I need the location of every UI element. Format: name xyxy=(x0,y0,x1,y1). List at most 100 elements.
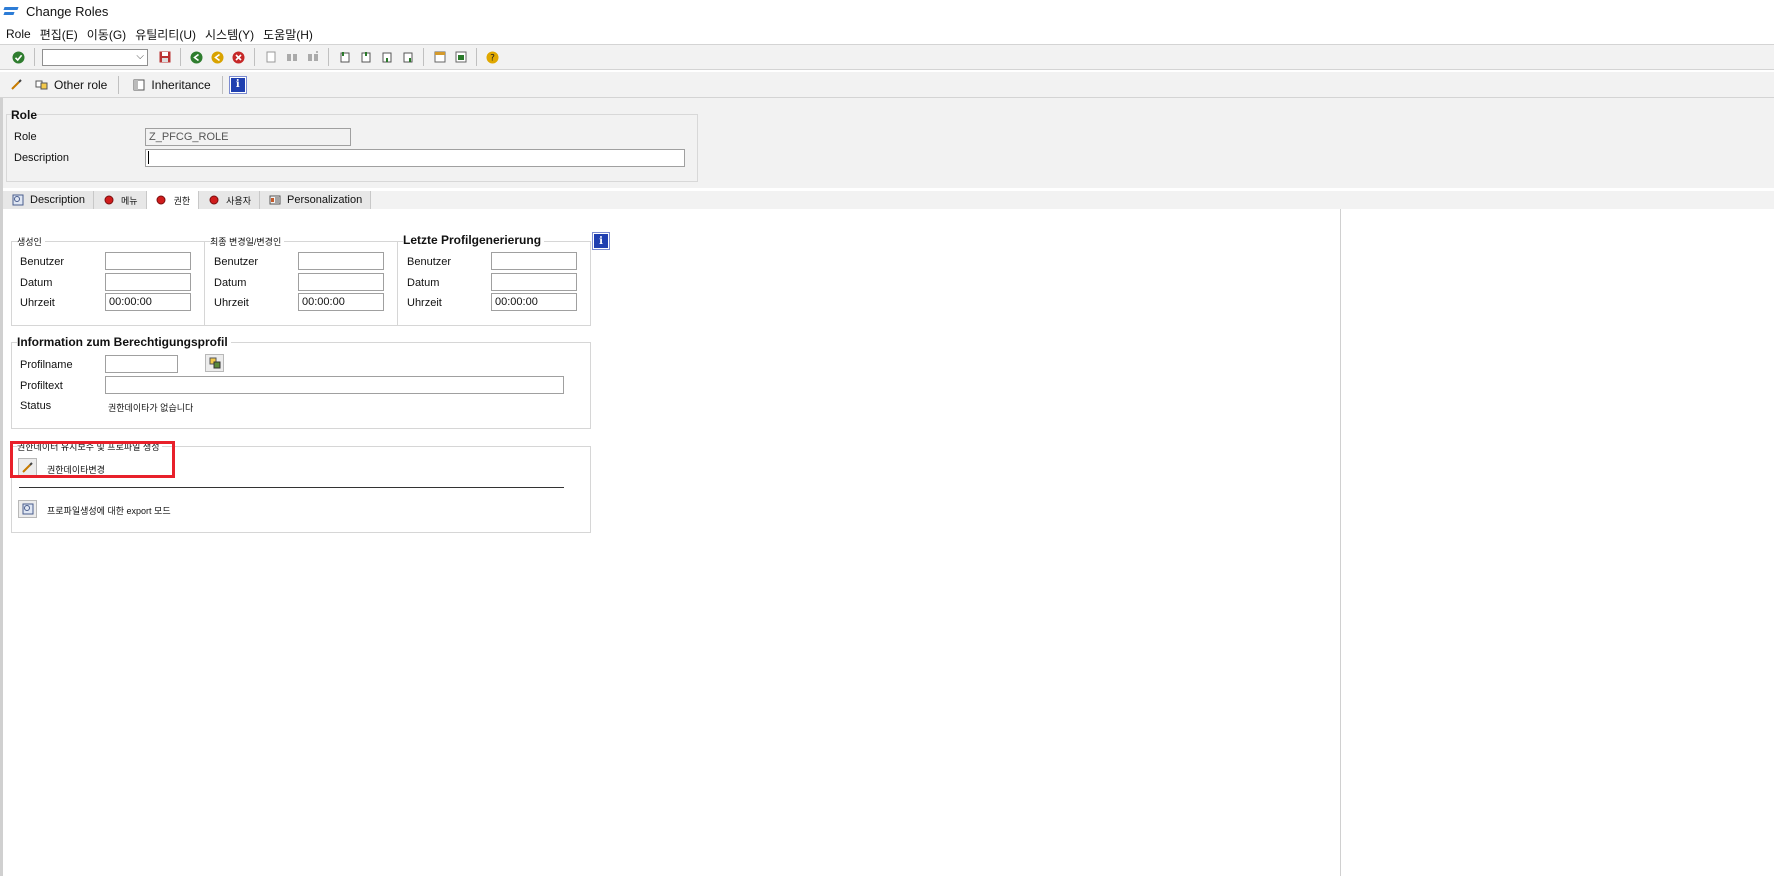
tab-description[interactable]: Description xyxy=(3,191,95,209)
inheritance-icon xyxy=(130,76,147,93)
status-red-icon xyxy=(100,192,117,209)
status-label: Status xyxy=(20,400,52,412)
other-role-button[interactable]: Other role xyxy=(29,76,111,93)
last-page-icon[interactable] xyxy=(399,49,416,66)
cancel-icon[interactable] xyxy=(230,49,247,66)
profile-text-field[interactable] xyxy=(105,376,564,394)
changed-date-label: Datum xyxy=(214,277,247,289)
save-icon[interactable] xyxy=(156,49,173,66)
select-icon xyxy=(209,357,220,369)
exit-icon[interactable] xyxy=(209,49,226,66)
status-red-icon xyxy=(205,192,222,209)
toolbar-separator xyxy=(423,48,424,66)
tab-users[interactable]: 사용자 xyxy=(199,191,260,209)
role-label: Role xyxy=(14,131,37,143)
created-time-label: Uhrzeit xyxy=(20,297,55,309)
inheritance-label: Inheritance xyxy=(151,77,211,92)
find-next-icon[interactable] xyxy=(304,49,321,66)
tab-personalization[interactable]: Personalization xyxy=(260,191,372,209)
role-group-title: Role xyxy=(11,108,38,122)
next-page-icon[interactable] xyxy=(378,49,395,66)
profile-select-button[interactable] xyxy=(205,354,224,372)
other-object-icon xyxy=(33,76,50,93)
toolbar-separator xyxy=(118,75,120,94)
tab-menu[interactable]: 메뉴 xyxy=(94,191,147,209)
inheritance-button[interactable]: Inheritance xyxy=(126,76,214,93)
menu-edit[interactable]: 편집(E) xyxy=(40,26,78,43)
gen-time-field[interactable]: 00:00:00 xyxy=(491,293,577,311)
command-field[interactable]: ⌵ xyxy=(42,48,148,66)
description-icon xyxy=(9,192,26,209)
toolbar-separator xyxy=(328,48,329,66)
print-icon[interactable] xyxy=(262,49,279,66)
export-mode-label: 프로파일생성에 대한 export 모드 xyxy=(47,506,171,516)
last-changed-title: 최종 변경일/변경인 xyxy=(210,235,285,248)
status-value: 권한데이타가 없습니다 xyxy=(108,403,194,413)
toolbar-separator xyxy=(34,48,35,66)
display-change-icon[interactable] xyxy=(8,76,25,93)
created-time-field[interactable]: 00:00:00 xyxy=(105,293,191,311)
first-page-icon[interactable] xyxy=(336,49,353,66)
window-title: Change Roles xyxy=(26,3,109,19)
toolbar-separator xyxy=(221,75,223,94)
gen-date-field[interactable] xyxy=(491,273,577,291)
changed-date-field[interactable] xyxy=(298,273,384,291)
profile-text-label: Profiltext xyxy=(20,380,63,392)
tab-users-label: 사용자 xyxy=(226,195,251,206)
svg-text:?: ? xyxy=(490,53,495,63)
gen-user-field[interactable] xyxy=(491,252,577,270)
export-icon xyxy=(22,503,33,515)
description-label: Description xyxy=(14,152,70,164)
profile-info-title: Information zum Berechtigungsprofil xyxy=(17,335,231,349)
menu-utilities[interactable]: 유틸리티(U) xyxy=(135,26,196,43)
created-date-field[interactable] xyxy=(105,273,191,291)
shortcut-icon[interactable] xyxy=(452,49,469,66)
highlight-box xyxy=(10,441,175,478)
gen-user-label: Benutzer xyxy=(407,256,452,268)
info-icon[interactable]: i xyxy=(592,232,610,250)
last-profile-gen-title: Letzte Profilgenerierung xyxy=(403,233,545,247)
changed-time-field[interactable]: 00:00:00 xyxy=(298,293,384,311)
menu-bar: Role 편집(E) 이동(G) 유틸리티(U) 시스템(Y) 도움말(H) xyxy=(0,24,1774,44)
new-session-icon[interactable] xyxy=(431,49,448,66)
role-field[interactable]: Z_PFCG_ROLE xyxy=(145,128,351,146)
help-icon[interactable]: ? xyxy=(484,49,501,66)
changed-user-field[interactable] xyxy=(298,252,384,270)
profile-name-field[interactable] xyxy=(105,355,178,373)
chevron-down-icon[interactable]: ⌵ xyxy=(136,51,144,62)
role-group xyxy=(6,114,698,182)
created-date-label: Datum xyxy=(20,277,53,289)
tab-personalization-label: Personalization xyxy=(287,194,363,206)
toolbar-separator xyxy=(180,48,181,66)
back-icon[interactable] xyxy=(188,49,205,66)
toolbar-separator xyxy=(254,48,255,66)
created-by-title: 생성인 xyxy=(17,235,45,248)
changed-time-label: Uhrzeit xyxy=(214,297,249,309)
prev-page-icon[interactable] xyxy=(357,49,374,66)
standard-toolbar: ⌵ ? xyxy=(0,44,1774,70)
other-role-label: Other role xyxy=(54,77,108,92)
text-cursor xyxy=(148,151,149,164)
gen-date-label: Datum xyxy=(407,277,440,289)
enter-icon[interactable] xyxy=(10,49,27,66)
menu-role[interactable]: Role xyxy=(6,27,31,41)
description-field[interactable] xyxy=(145,149,685,167)
sap-logo-icon xyxy=(4,6,20,16)
menu-goto[interactable]: 이동(G) xyxy=(87,26,126,43)
menu-system[interactable]: 시스템(Y) xyxy=(205,26,254,43)
menu-help[interactable]: 도움말(H) xyxy=(263,26,313,43)
changed-user-label: Benutzer xyxy=(214,256,259,268)
profile-name-label: Profilname xyxy=(20,359,73,371)
created-user-label: Benutzer xyxy=(20,256,65,268)
tab-authorizations-label: 권한 xyxy=(173,195,191,206)
info-icon[interactable]: i xyxy=(228,75,247,94)
export-mode-button[interactable] xyxy=(18,500,37,518)
status-red-icon xyxy=(153,192,170,209)
gen-time-label: Uhrzeit xyxy=(407,297,442,309)
find-icon[interactable] xyxy=(283,49,300,66)
application-toolbar: Other role Inheritance i xyxy=(0,72,1774,98)
created-user-field[interactable] xyxy=(105,252,191,270)
divider xyxy=(19,487,564,488)
tab-authorizations[interactable]: 권한 xyxy=(146,191,200,209)
title-bar: Change Roles xyxy=(0,0,1774,22)
